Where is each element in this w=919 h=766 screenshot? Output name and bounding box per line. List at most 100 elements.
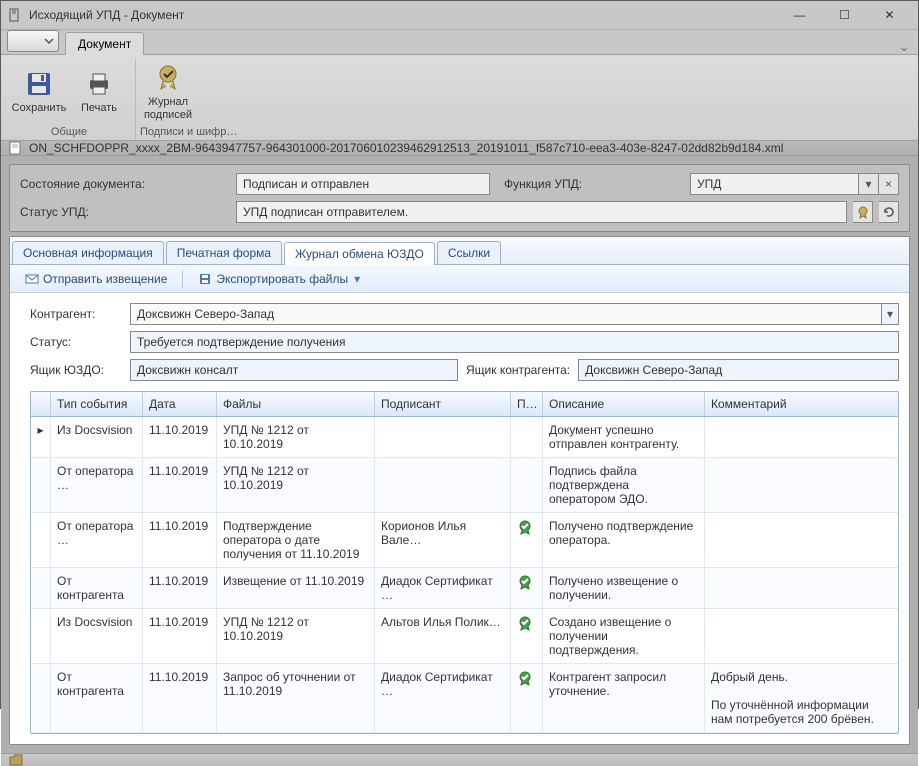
table-cell: Из Docsvision (51, 609, 143, 663)
status-bar (1, 753, 918, 766)
field-counterparty[interactable]: Доксвижн Северо-Запад (130, 303, 881, 325)
check-rosette-icon (517, 574, 533, 590)
table-row[interactable]: От оператора …11.10.2019Подтверждение оп… (31, 513, 898, 568)
field-upd-status: УПД подписан отправителем. (236, 201, 847, 223)
counterparty-dropdown-button[interactable]: ▾ (881, 303, 899, 325)
ribbon-group-label-common: Общие (11, 124, 127, 138)
send-notification-button[interactable]: Отправить извещение (18, 269, 174, 289)
table-cell: 11.10.2019 (143, 664, 217, 732)
table-cell: От контрагента (51, 568, 143, 608)
check-rosette-icon (517, 519, 533, 535)
label-upd-status: Статус УПД: (20, 205, 230, 219)
col-comment[interactable]: Комментарий (705, 392, 898, 416)
print-button[interactable]: Печать (71, 59, 127, 124)
clear-button[interactable]: × (879, 173, 899, 195)
file-icon (9, 141, 23, 155)
table-cell (31, 609, 51, 663)
label-doc-state: Состояние документа: (20, 177, 230, 191)
export-files-button[interactable]: Экспортировать файлы ▾ (191, 269, 367, 289)
folder-icon (9, 754, 23, 766)
field-upd-func[interactable]: УПД (690, 173, 859, 195)
ribbon-collapse-button[interactable]: ⌄ (896, 40, 912, 54)
table-cell (705, 568, 898, 608)
table-cell: Альтов Илья Полик… (375, 609, 511, 663)
ribbon-group-label-sign: Подписи и шифр… (140, 124, 237, 138)
document-header-panel: Состояние документа: Подписан и отправле… (9, 164, 910, 232)
ribbon-tab-strip: Документ ⌄ (1, 30, 918, 55)
table-cell: Диадок Сертификат … (375, 568, 511, 608)
tab-links[interactable]: Ссылки (437, 241, 501, 264)
tab-exchange-journal[interactable]: Журнал обмена ЮЗДО (284, 242, 435, 265)
grid-header: Тип события Дата Файлы Подписант Пров… О… (31, 392, 898, 417)
verified-cell (511, 609, 543, 663)
table-cell: Из Docsvision (51, 417, 143, 457)
table-cell: Подпись файла подтверждена оператором ЭД… (543, 458, 705, 512)
table-cell (31, 513, 51, 567)
ribbon: Сохранить Печать Общие Журнал подписей (1, 55, 918, 141)
field-upd-func-wrap: УПД ▾ × (690, 173, 899, 195)
col-verified[interactable]: Пров… (511, 392, 543, 416)
col-date[interactable]: Дата (143, 392, 217, 416)
chevron-down-icon (44, 36, 54, 46)
col-indicator[interactable] (31, 392, 51, 416)
window-title: Исходящий УПД - Документ (29, 8, 777, 22)
window: Исходящий УПД - Документ — ☐ ✕ Документ … (0, 0, 919, 709)
col-event-type[interactable]: Тип события (51, 392, 143, 416)
verified-cell (511, 513, 543, 567)
dropdown-button[interactable]: ▾ (859, 173, 879, 195)
tab-main-info[interactable]: Основная информация (12, 241, 164, 264)
label-counter-box: Ящик контрагента: (466, 363, 570, 377)
table-cell (31, 664, 51, 732)
field-edo-box: Доксвижн консалт (130, 359, 458, 381)
table-cell: Добрый день. По уточнённой информации на… (705, 664, 898, 732)
save-button[interactable]: Сохранить (11, 59, 67, 124)
table-row[interactable]: От контрагента11.10.2019Запрос об уточне… (31, 664, 898, 733)
col-signer[interactable]: Подписант (375, 392, 511, 416)
close-button[interactable]: ✕ (867, 1, 912, 29)
table-row[interactable]: От оператора …11.10.2019УПД № 1212 от 10… (31, 458, 898, 513)
rosette-check-icon (152, 62, 184, 94)
check-rosette-icon (517, 615, 533, 631)
status-refresh-button[interactable] (879, 201, 899, 223)
table-row[interactable]: ▸Из Docsvision11.10.2019УПД № 1212 от 10… (31, 417, 898, 458)
floppy-icon (23, 68, 55, 100)
tab-print-form[interactable]: Печатная форма (166, 241, 282, 264)
quick-access-menu[interactable] (7, 30, 59, 52)
envelope-icon (25, 272, 39, 286)
table-cell: 11.10.2019 (143, 513, 217, 567)
table-cell (31, 568, 51, 608)
journal-grid[interactable]: Тип события Дата Файлы Подписант Пров… О… (30, 391, 899, 734)
table-cell: Создано извещение о получении подтвержде… (543, 609, 705, 663)
col-desc[interactable]: Описание (543, 392, 705, 416)
status-sign-button[interactable] (853, 201, 873, 223)
table-cell: 11.10.2019 (143, 568, 217, 608)
table-cell: 11.10.2019 (143, 417, 217, 457)
maximize-button[interactable]: ☐ (822, 1, 867, 29)
field-journal-status: Требуется подтверждение получения (130, 331, 899, 353)
ribbon-group-common: Сохранить Печать Общие (7, 59, 136, 140)
table-cell (31, 458, 51, 512)
sign-journal-button[interactable]: Журнал подписей (140, 59, 196, 124)
window-controls: — ☐ ✕ (777, 1, 912, 29)
printer-icon (83, 68, 115, 100)
table-cell: Запрос об уточнении от 11.10.2019 (217, 664, 375, 732)
table-row[interactable]: От контрагента11.10.2019Извещение от 11.… (31, 568, 898, 609)
verified-cell (511, 568, 543, 608)
breadcrumb-filename[interactable]: ON_SCHFDOPPR_xxxx_2BM-9643947757-9643010… (29, 141, 783, 155)
table-cell: Получено извещение о получении. (543, 568, 705, 608)
chevron-down-icon: ▾ (354, 272, 360, 286)
minimize-button[interactable]: — (777, 1, 822, 29)
journal-body: Контрагент: Доксвижн Северо-Запад ▾ Стат… (10, 293, 909, 744)
refresh-icon (883, 206, 895, 218)
table-row[interactable]: Из Docsvision11.10.2019УПД № 1212 от 10.… (31, 609, 898, 664)
table-cell: От оператора … (51, 458, 143, 512)
app-icon (7, 7, 23, 23)
col-files[interactable]: Файлы (217, 392, 375, 416)
table-cell: ▸ (31, 417, 51, 457)
table-cell: Документ успешно отправлен контрагенту. (543, 417, 705, 457)
table-cell (705, 513, 898, 567)
table-cell (705, 609, 898, 663)
field-counter-box: Доксвижн Северо-Запад (578, 359, 899, 381)
table-cell: Диадок Сертификат … (375, 664, 511, 732)
ribbon-tab-document[interactable]: Документ (65, 32, 144, 55)
